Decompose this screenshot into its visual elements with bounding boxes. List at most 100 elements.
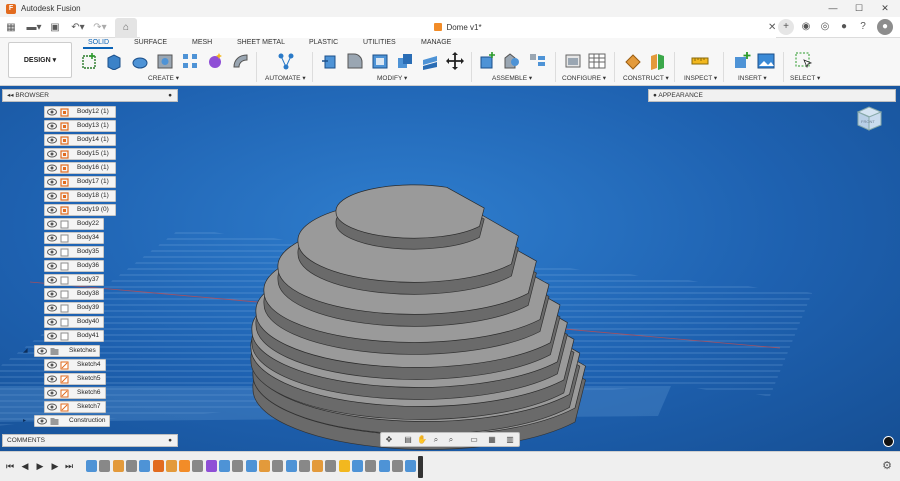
tab-mesh[interactable]: MESH [192,39,212,46]
browser-item-body[interactable]: Body36 [44,260,104,272]
browser-folder-sketches[interactable]: Sketches [34,345,100,357]
visibility-eye-icon[interactable] [47,361,57,369]
split-body-icon[interactable] [421,52,439,70]
assemble-group-label[interactable]: ASSEMBLE ▾ [492,74,532,82]
insert-group-label[interactable]: INSERT ▾ [738,74,767,82]
dome-stack[interactable] [250,184,586,450]
fillet-icon[interactable] [346,52,364,70]
dome-layer-top[interactable] [335,184,485,239]
sketches-expand-icon[interactable]: ◢ [23,348,29,354]
tab-solid[interactable]: SOLID [88,39,109,46]
visibility-eye-icon[interactable] [47,389,57,397]
notifications-icon[interactable]: ● [836,19,852,35]
midplane-icon[interactable] [648,52,666,70]
document-tab[interactable]: Dome v1* [140,17,776,38]
camera-icon[interactable] [883,436,894,447]
timeline-feature-icon[interactable] [192,460,204,472]
visibility-eye-icon[interactable] [47,318,57,326]
panel-pin-icon[interactable]: ● [168,90,172,101]
timeline-start-icon[interactable]: ⏮ [5,461,15,472]
browser-item-body[interactable]: Body22 [44,218,104,230]
construct-group-label[interactable]: CONSTRUCT ▾ [623,74,669,82]
visibility-eye-icon[interactable] [47,262,57,270]
zoom-icon[interactable]: ⌕ [431,435,441,445]
visibility-eye-icon[interactable] [47,192,57,200]
orbit-icon[interactable]: ✥ [384,435,394,445]
browser-item-sketch[interactable]: Sketch7 [44,401,106,413]
shell-icon[interactable] [371,52,389,70]
job-status-icon[interactable]: ◎ [817,19,833,35]
viewports-icon[interactable]: ▥ [505,435,515,445]
visibility-eye-icon[interactable] [47,220,57,228]
timeline-feature-icon[interactable] [245,460,257,472]
save-icon[interactable]: ▣ [49,20,61,35]
new-tab-icon[interactable]: + [778,19,794,35]
browser-item-body[interactable]: Body19 (0) [44,204,116,216]
joint-origin-icon[interactable] [528,52,546,70]
timeline-feature-icon[interactable] [205,460,217,472]
browser-item-sketch[interactable]: Sketch5 [44,373,106,385]
comments-panel-header[interactable]: COMMENTS ● [2,434,178,447]
timeline-feature-icon[interactable] [352,460,363,472]
redo-icon[interactable]: ↷▾ [91,20,109,35]
browser-item-sketch[interactable]: Sketch4 [44,359,106,371]
timeline-forward-icon[interactable]: ▶ [50,461,60,472]
visibility-eye-icon[interactable] [47,290,57,298]
timeline-feature-icon[interactable] [272,460,284,472]
timeline-feature-icon[interactable] [338,460,350,472]
extrude-icon[interactable] [105,52,123,70]
timeline-feature-icon[interactable] [86,460,97,472]
joint-icon[interactable] [503,52,521,70]
timeline-feature-icon[interactable] [365,460,377,472]
help-icon[interactable]: ? [855,19,871,35]
timeline-feature-icon[interactable] [99,460,111,472]
home-icon[interactable]: ⌂ [115,18,137,38]
automate-icon[interactable] [277,52,295,70]
press-pull-icon[interactable] [321,52,339,70]
visibility-eye-icon[interactable] [47,248,57,256]
insert-canvas-icon[interactable] [757,52,775,70]
visibility-eye-icon[interactable] [47,136,57,144]
sweep-icon[interactable] [232,52,250,70]
visibility-eye-icon[interactable] [47,304,57,312]
browser-item-body[interactable]: Body35 [44,246,104,258]
configure-icon[interactable] [564,52,582,70]
visibility-eye-icon[interactable] [47,403,57,411]
file-menu-icon[interactable]: ▬▾ [24,20,44,35]
grid-settings-icon[interactable]: ▦ [487,435,497,445]
construction-expand-icon[interactable]: ▸ [23,418,29,424]
extensions-icon[interactable]: ◉ [798,19,814,35]
tab-sheet-metal[interactable]: SHEET METAL [237,39,285,46]
browser-item-body[interactable]: Body13 (1) [44,120,116,132]
timeline-feature-icon[interactable] [298,460,310,472]
visibility-eye-icon[interactable] [47,108,57,116]
visibility-eye-icon[interactable] [47,122,57,130]
measure-icon[interactable] [691,52,709,70]
workspace-switcher[interactable]: DESIGN ▾ [8,42,72,78]
visibility-eye-icon[interactable] [47,206,57,214]
maximize-button[interactable]: ☐ [846,0,872,17]
hole-icon[interactable] [156,52,174,70]
visibility-eye-icon[interactable] [37,347,47,355]
browser-item-body[interactable]: Body34 [44,232,104,244]
timeline-marker[interactable] [418,456,423,478]
visibility-eye-icon[interactable] [47,178,57,186]
combine-icon[interactable] [396,52,414,70]
look-at-icon[interactable]: ▤ [403,435,413,445]
timeline-feature-icon[interactable] [391,460,403,472]
insert-derive-icon[interactable] [733,52,751,70]
close-button[interactable]: ✕ [872,0,898,17]
tab-utilities[interactable]: UTILITIES [363,39,396,46]
tab-surface[interactable]: SURFACE [134,39,167,46]
timeline-feature-icon[interactable] [378,460,390,472]
timeline-feature-icon[interactable] [152,460,164,472]
fit-icon[interactable]: ⌕ [446,435,456,445]
create-sketch-icon[interactable] [81,52,99,70]
browser-item-body[interactable]: Body17 (1) [44,176,116,188]
browser-item-body[interactable]: Body41 [44,330,104,342]
move-copy-icon[interactable] [446,52,464,70]
visibility-eye-icon[interactable] [37,417,47,425]
timeline-feature-icon[interactable] [112,460,124,472]
visibility-eye-icon[interactable] [47,164,57,172]
browser-item-body[interactable]: Body37 [44,274,104,286]
